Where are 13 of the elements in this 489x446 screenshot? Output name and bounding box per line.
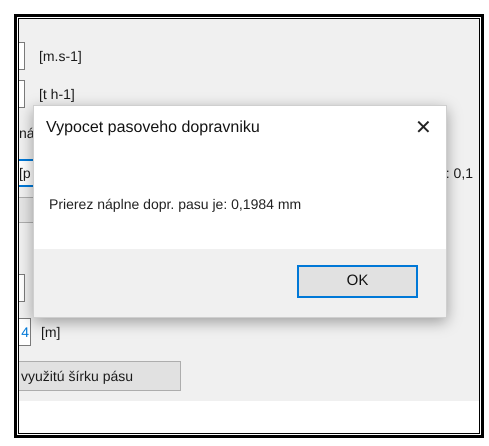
text-field[interactable] xyxy=(19,42,25,70)
dialog-title: Vypocet pasoveho dopravniku xyxy=(46,118,260,138)
unit-label: [m.s-1] xyxy=(39,46,82,66)
unit-label: [t h-1] xyxy=(39,84,75,104)
close-button[interactable]: ✕ xyxy=(415,118,432,138)
text-field[interactable] xyxy=(19,274,25,302)
unit-label: [m] xyxy=(41,322,60,342)
result-label: : 0,1 xyxy=(446,164,474,182)
text-field[interactable]: 4 xyxy=(19,318,31,346)
message-text: Prierez náplne dopr. pasu je: 0,1984 mm xyxy=(48,195,302,214)
action-button[interactable]: využitú šírku pásu xyxy=(19,361,181,391)
text-field[interactable] xyxy=(19,80,25,108)
ok-button[interactable]: OK xyxy=(297,265,418,298)
